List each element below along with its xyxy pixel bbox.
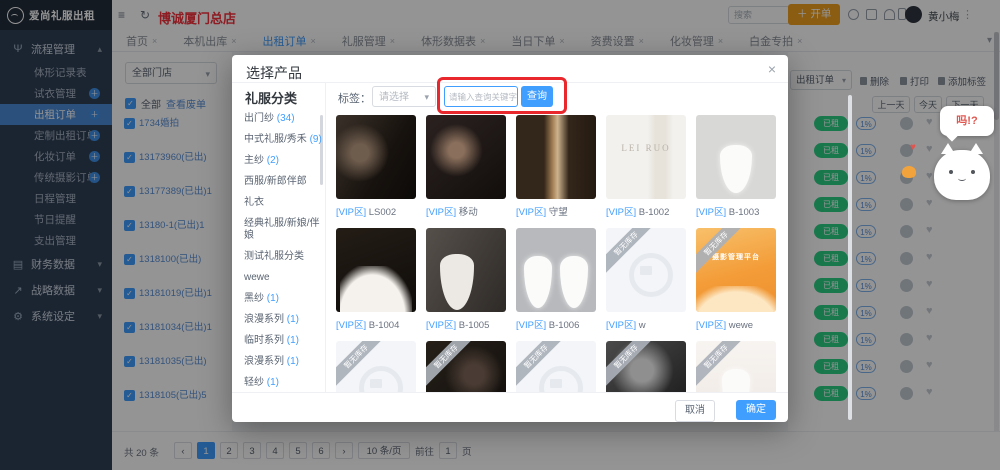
product-card[interactable]: 暂无库存 — [696, 341, 776, 392]
product-card[interactable]: 暂无库存 — [516, 341, 596, 392]
product-photo: 摄影管理平台 暂无库存 — [696, 228, 776, 312]
confirm-button[interactable]: 确定 — [736, 400, 776, 420]
category-item[interactable]: 测试礼服分类 — [244, 251, 322, 263]
product-photo — [426, 228, 506, 312]
product-photo: 暂无库存 — [606, 341, 686, 392]
divider — [325, 82, 326, 392]
category-list: 出门纱 (34) 中式礼服/秀禾 (9) 主纱 (2) 西服/新郎伴郎 礼衣 经… — [244, 113, 322, 398]
product-card[interactable]: 暂无库存 — [336, 341, 416, 392]
product-card[interactable]: 暂无库存 — [606, 341, 686, 392]
mascot-sticker: 吗!? ♥ — [900, 106, 996, 218]
chevron-down-icon: ▾ — [424, 87, 429, 108]
camera-icon — [539, 366, 583, 392]
product-photo-placeholder: 暂无库存 — [606, 228, 686, 312]
product-photo — [516, 115, 596, 199]
no-stock-ribbon: 暂无库存 — [426, 341, 483, 392]
category-item[interactable]: wewe — [244, 272, 322, 284]
dialog-footer: 取消 确定 — [232, 392, 788, 422]
category-item[interactable]: 出门纱 (34) — [244, 113, 322, 125]
product-card[interactable]: [VIP区] B-1003 — [696, 115, 776, 219]
dialog-title: 选择产品 — [246, 63, 302, 83]
camera-icon — [359, 366, 403, 392]
product-card[interactable]: [VIP区] 守望 — [516, 115, 596, 219]
category-item[interactable]: 浪漫系列 (1) — [244, 314, 322, 326]
product-card[interactable]: 摄影管理平台 暂无库存 [VIP区] wewe — [696, 228, 776, 332]
tag-label: 标签： — [338, 90, 371, 106]
camera-icon — [629, 253, 673, 297]
product-photo: 暂无库存 — [696, 341, 776, 392]
mascot-accessory — [902, 166, 916, 178]
category-item[interactable]: 经典礼服/新娘/伴娘 — [244, 218, 322, 242]
product-photo: 暂无库存 — [426, 341, 506, 392]
close-icon[interactable]: × — [768, 61, 776, 77]
product-card[interactable]: [VIP区] 移动 — [426, 115, 506, 219]
cat-mascot — [934, 150, 990, 200]
product-card[interactable]: [VIP区] B-1005 — [426, 228, 506, 332]
product-card[interactable]: [VIP区] LS002 — [336, 115, 416, 219]
product-photo: LEI RUO — [606, 115, 686, 199]
category-item[interactable]: 临时系列 (1) — [244, 335, 322, 347]
category-item[interactable]: 中式礼服/秀禾 (9) — [244, 134, 322, 146]
category-item[interactable]: 黑纱 (1) — [244, 293, 322, 305]
category-item[interactable]: 轻纱 (1) — [244, 377, 322, 389]
table-scrollbar[interactable] — [848, 95, 852, 420]
category-item[interactable]: 礼衣 — [244, 197, 322, 209]
product-photo — [696, 115, 776, 199]
product-card[interactable]: LEI RUO [VIP区] B-1002 — [606, 115, 686, 219]
product-photo-placeholder: 暂无库存 — [516, 341, 596, 392]
speech-bubble: 吗!? — [940, 106, 994, 136]
product-card[interactable]: 暂无库存 [VIP区] w — [606, 228, 686, 332]
cancel-button[interactable]: 取消 — [675, 400, 715, 422]
product-photo — [516, 228, 596, 312]
product-photo-placeholder: 暂无库存 — [336, 341, 416, 392]
product-photo — [336, 228, 416, 312]
product-photo — [336, 115, 416, 199]
no-stock-ribbon: 暂无库存 — [606, 341, 663, 392]
category-item[interactable]: 浪漫系列 (1) — [244, 356, 322, 368]
category-panel-title: 礼服分类 — [245, 88, 297, 107]
tag-select[interactable]: 请选择▾ — [372, 86, 436, 107]
poster-text: LEI RUO — [606, 143, 686, 153]
product-photo — [426, 115, 506, 199]
product-grid: [VIP区] LS002 [VIP区] 移动 [VIP区] 守望 LEI RUO… — [336, 115, 776, 392]
category-item[interactable]: 西服/新郎伴郎 — [244, 176, 322, 188]
annotation-highlight — [437, 77, 567, 114]
product-card[interactable]: [VIP区] B-1006 — [516, 228, 596, 332]
product-card[interactable]: 暂无库存 — [426, 341, 506, 392]
product-card[interactable]: [VIP区] B-1004 — [336, 228, 416, 332]
heart-icon: ♥ — [910, 142, 916, 153]
category-item[interactable]: 主纱 (2) — [244, 155, 322, 167]
